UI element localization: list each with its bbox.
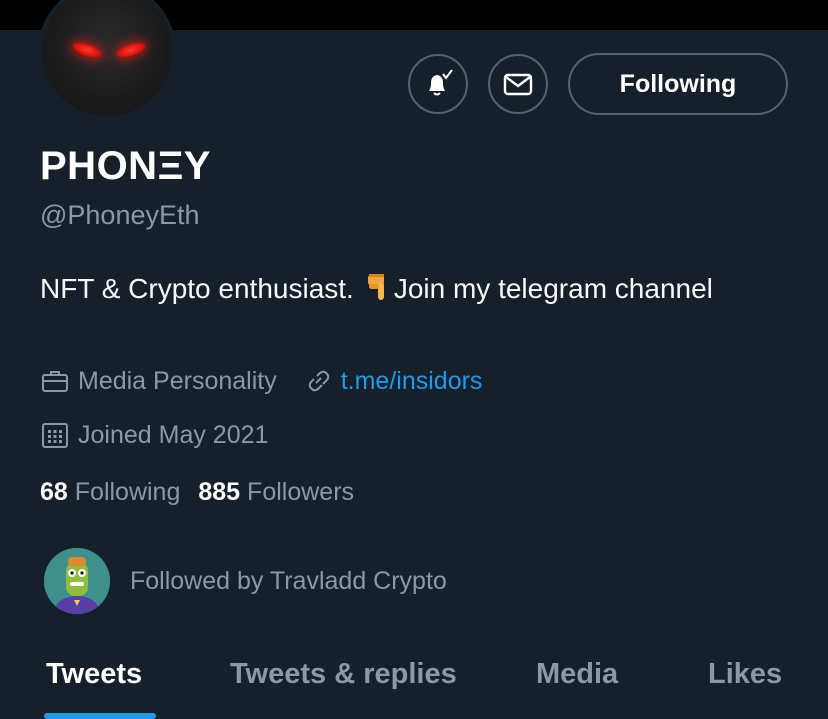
calendar-icon bbox=[40, 420, 70, 450]
following-label: Following bbox=[74, 478, 181, 506]
pointing-down-emoji bbox=[366, 272, 388, 302]
bell-check-icon bbox=[429, 69, 453, 96]
envelope-icon bbox=[503, 73, 533, 96]
followed-by-text: Followed by Travladd Crypto bbox=[130, 566, 447, 595]
red-eye-right bbox=[114, 39, 148, 61]
profile-tabs: Tweets Tweets & replies Media Likes bbox=[0, 650, 828, 719]
link-icon bbox=[303, 366, 333, 396]
notifications-button[interactable] bbox=[408, 54, 468, 114]
tab-likes[interactable]: Likes bbox=[708, 658, 782, 691]
follow-counts: 68 Following 885 Followers bbox=[40, 478, 354, 507]
followers-count: 885 bbox=[198, 478, 241, 506]
bio-link-text: Join my telegram channel bbox=[393, 273, 713, 304]
follower-avatar bbox=[44, 548, 110, 614]
active-tab-indicator bbox=[44, 713, 156, 719]
profile-meta-row: Media Personality t.me/insidors bbox=[40, 366, 482, 396]
tab-tweets[interactable]: Tweets bbox=[46, 658, 142, 691]
followed-by-row[interactable]: Followed by Travladd Crypto bbox=[44, 548, 447, 614]
display-name: PHONΞY bbox=[40, 144, 211, 188]
profile-website-link[interactable]: t.me/insidors bbox=[341, 367, 483, 396]
followers-count-link[interactable]: 885 Followers bbox=[198, 478, 354, 506]
profile-handle: @PhoneyEth bbox=[40, 200, 200, 230]
profile-avatar[interactable] bbox=[38, 0, 176, 120]
profile-category: Media Personality bbox=[78, 366, 277, 395]
following-button[interactable]: Following bbox=[568, 53, 788, 115]
bio-text: NFT & Crypto enthusiast. bbox=[40, 273, 354, 304]
following-count-link[interactable]: 68 Following bbox=[40, 478, 180, 506]
tab-media[interactable]: Media bbox=[536, 658, 618, 691]
avatar-image bbox=[42, 0, 172, 116]
profile-joined-date: Joined May 2021 bbox=[78, 420, 269, 449]
message-button[interactable] bbox=[488, 54, 548, 114]
red-eye-left bbox=[70, 39, 104, 61]
following-count: 68 bbox=[40, 478, 68, 506]
briefcase-icon bbox=[40, 366, 70, 396]
profile-joined-row: Joined May 2021 bbox=[40, 420, 268, 450]
tab-tweets-and-replies[interactable]: Tweets & replies bbox=[230, 658, 457, 691]
profile-bio: NFT & Crypto enthusiast. Join my telegra… bbox=[40, 268, 780, 310]
followers-label: Followers bbox=[247, 478, 355, 506]
